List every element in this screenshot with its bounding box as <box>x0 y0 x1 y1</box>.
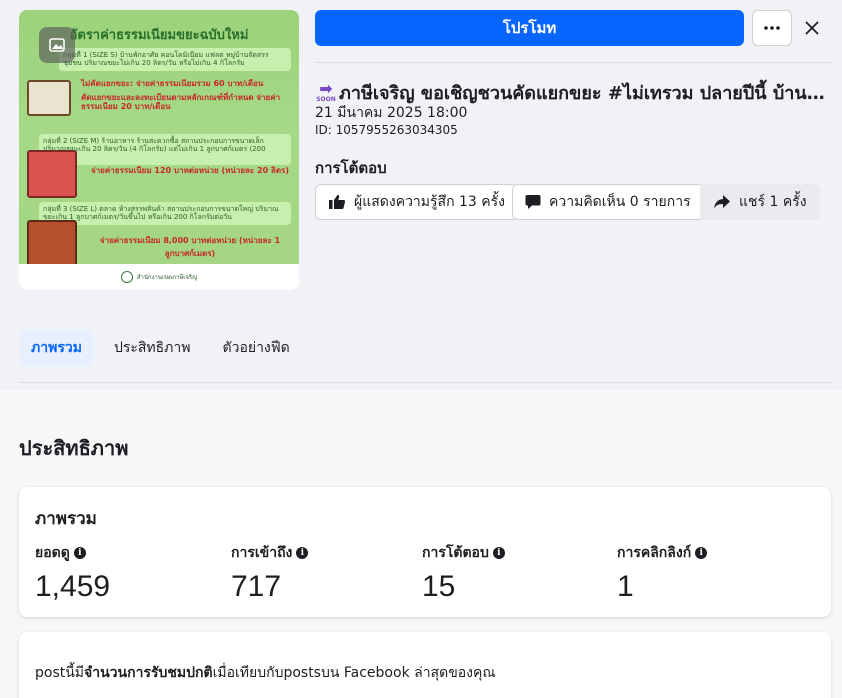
info-icon[interactable]: i <box>695 547 708 559</box>
thumbnail-footer: สำนักงานเขตภาษีเจริญ <box>19 264 299 290</box>
restaurant-illustration <box>27 150 77 198</box>
comparison-card: postนี้มีจำนวนการรับชมปกติเมื่อเทียบกับp… <box>19 632 831 698</box>
thumbnail-group3-fee: จ่ายค่าธรรมเนียม 8,000 บาทต่อหน่วย (หน่ว… <box>99 236 281 258</box>
post-thumbnail[interactable]: อัตราค่าธรรมเนียมขยะฉบับใหม่ กลุ่มที่ 1 … <box>19 10 299 290</box>
performance-title: ประสิทธิภาพ <box>19 436 129 460</box>
overview-title: ภาพรวม <box>35 509 97 529</box>
metric-value: 1,459 <box>35 570 111 603</box>
header-divider <box>315 62 832 63</box>
reactions-button[interactable]: ผู้แสดงความรู้สึก 13 ครั้ง <box>315 184 518 220</box>
share-icon <box>714 195 730 209</box>
thumbs-up-icon <box>329 195 346 209</box>
seal-icon <box>120 271 133 283</box>
thumbnail-group2-fee: จ่ายค่าธรรมเนียม 120 บาทต่อหน่วย (หน่วยล… <box>91 166 289 175</box>
metric-link-clicks: การคลิกลิงก์ i 1 <box>617 542 708 604</box>
engagement-label: การโต้ตอบ <box>315 159 387 177</box>
info-icon[interactable]: i <box>296 547 309 559</box>
factory-illustration <box>27 220 77 266</box>
more-options-button[interactable] <box>752 10 792 46</box>
tab-feed-preview[interactable]: ตัวอย่างฟีด <box>211 330 302 366</box>
thumbnail-group1-fee-a: ไม่คัดแยกขยะ: จ่ายค่าธรรมเนียมรวม 60 บาท… <box>81 79 264 88</box>
info-icon[interactable]: i <box>492 547 505 559</box>
metric-value: 1 <box>617 570 634 603</box>
close-button[interactable] <box>797 10 827 46</box>
shares-button[interactable]: แชร์ 1 ครั้ง <box>700 184 820 220</box>
tab-overview[interactable]: ภาพรวม <box>19 330 94 366</box>
overview-card: ภาพรวม ยอดดู i 1,459 การเข้าถึง i 717 การโ… <box>19 487 831 617</box>
tab-bar: ภาพรวม ประสิทธิภาพ ตัวอย่างฟีด <box>19 330 302 366</box>
close-icon <box>805 21 819 35</box>
thumbnail-group1-fee-b: คัดแยกขยะและลงทะเบียนตามหลักเกณฑ์ที่กำหน… <box>81 92 281 112</box>
comments-button[interactable]: ความคิดเห็น 0 รายการ <box>512 184 704 220</box>
tabs-divider <box>19 382 832 383</box>
metric-views: ยอดดู i 1,459 <box>35 545 111 603</box>
promote-button[interactable]: โปรโมท <box>315 10 744 46</box>
post-date: 21 มีนาคม 2025 18:00 <box>315 105 468 121</box>
image-icon <box>39 27 75 63</box>
info-icon[interactable]: i <box>73 547 86 559</box>
house-illustration <box>27 80 71 116</box>
metric-value: 15 <box>422 570 456 603</box>
metric-engagement: การโต้ตอบ i 15 <box>422 542 505 604</box>
comment-icon <box>525 195 541 209</box>
thumbnail-group1-text: กลุ่มที่ 1 (SIZE S) บ้านพักอาศัย คอนโดมิ… <box>59 48 291 71</box>
tab-performance[interactable]: ประสิทธิภาพ <box>102 330 203 366</box>
post-id: ID: 1057955263034305 <box>315 123 458 137</box>
soon-arrow-icon: ➡ SOON <box>316 79 336 104</box>
metric-value: 717 <box>231 570 282 603</box>
more-dots-icon <box>764 26 780 30</box>
metric-reach: การเข้าถึง i 717 <box>231 542 309 604</box>
comparison-text: postนี้มีจำนวนการรับชมปกติเมื่อเทียบกับp… <box>35 665 496 681</box>
